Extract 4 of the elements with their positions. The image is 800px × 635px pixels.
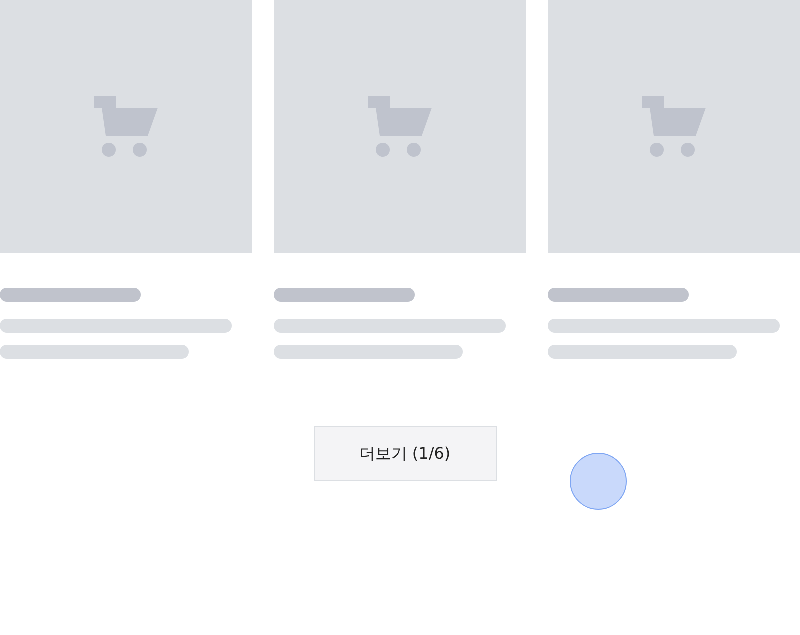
more-button[interactable]: 더보기 (1/6)	[314, 426, 496, 481]
cart-icon	[94, 96, 158, 158]
cart-icon	[368, 96, 432, 158]
cart-icon	[642, 96, 706, 158]
